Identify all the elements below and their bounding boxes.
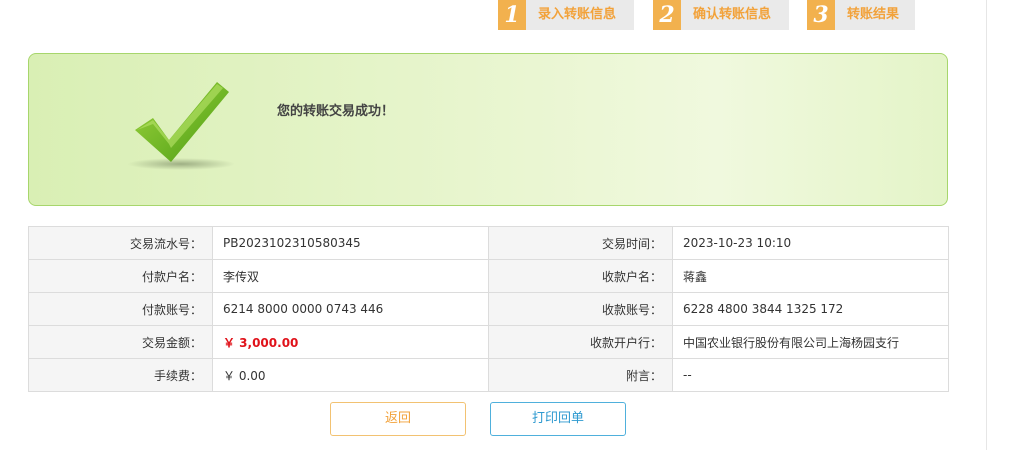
amount-value: ￥ 3,000.00 <box>223 335 299 350</box>
payer-name-value: 李传双 <box>212 259 489 293</box>
payee-bank-label: 收款开户行： <box>488 325 673 359</box>
step-3-number: 3 <box>813 2 829 28</box>
print-receipt-button[interactable]: 打印回单 <box>490 402 626 436</box>
amount-cell: ￥ 3,000.00 <box>212 325 489 359</box>
step-3-label-box: 转账结果 <box>835 0 915 30</box>
fee-label: 手续费： <box>28 358 213 392</box>
back-button[interactable]: 返回 <box>330 402 466 436</box>
success-panel: 您的转账交易成功！ <box>28 53 948 206</box>
success-checkmark-icon <box>127 82 235 170</box>
step-1-number: 1 <box>504 2 520 28</box>
step-2-number-badge: 2 <box>653 0 689 30</box>
serial-number-label: 交易流水号： <box>28 226 213 260</box>
amount-label: 交易金额： <box>28 325 213 359</box>
payer-account-label: 付款账号： <box>28 292 213 326</box>
payer-name-label: 付款户名： <box>28 259 213 293</box>
step-2-label-box: 确认转账信息 <box>681 0 789 30</box>
payee-account-value: 6228 4800 3844 1325 172 <box>672 292 949 326</box>
step-3-label: 转账结果 <box>847 7 900 22</box>
table-row: 付款账号： 6214 8000 0000 0743 446 收款账号： 6228… <box>28 292 949 326</box>
table-row: 交易流水号： PB2023102310580345 交易时间： 2023-10-… <box>28 226 949 260</box>
transfer-detail-table: 交易流水号： PB2023102310580345 交易时间： 2023-10-… <box>28 226 949 392</box>
page-edge-divider <box>986 0 987 450</box>
payee-account-label: 收款账号： <box>488 292 673 326</box>
payee-name-label: 收款户名： <box>488 259 673 293</box>
table-row: 手续费： ￥ 0.00 附言： -- <box>28 358 949 392</box>
remark-label: 附言： <box>488 358 673 392</box>
step-3-number-badge: 3 <box>807 0 843 30</box>
table-row: 交易金额： ￥ 3,000.00 收款开户行： 中国农业银行股份有限公司上海杨园… <box>28 325 949 359</box>
remark-value: -- <box>672 358 949 392</box>
step-1-label-box: 录入转账信息 <box>526 0 634 30</box>
payer-account-value: 6214 8000 0000 0743 446 <box>212 292 489 326</box>
transaction-time-value: 2023-10-23 10:10 <box>672 226 949 260</box>
step-1-label: 录入转账信息 <box>538 7 617 22</box>
step-2-number: 2 <box>659 2 675 28</box>
fee-value: ￥ 0.00 <box>212 358 489 392</box>
success-message: 您的转账交易成功！ <box>277 104 395 119</box>
serial-number-value: PB2023102310580345 <box>212 226 489 260</box>
payee-name-value: 蒋鑫 <box>672 259 949 293</box>
transaction-time-label: 交易时间： <box>488 226 673 260</box>
step-1-number-badge: 1 <box>498 0 534 30</box>
payee-bank-value: 中国农业银行股份有限公司上海杨园支行 <box>672 325 949 359</box>
table-row: 付款户名： 李传双 收款户名： 蒋鑫 <box>28 259 949 293</box>
step-2-label: 确认转账信息 <box>693 7 772 22</box>
